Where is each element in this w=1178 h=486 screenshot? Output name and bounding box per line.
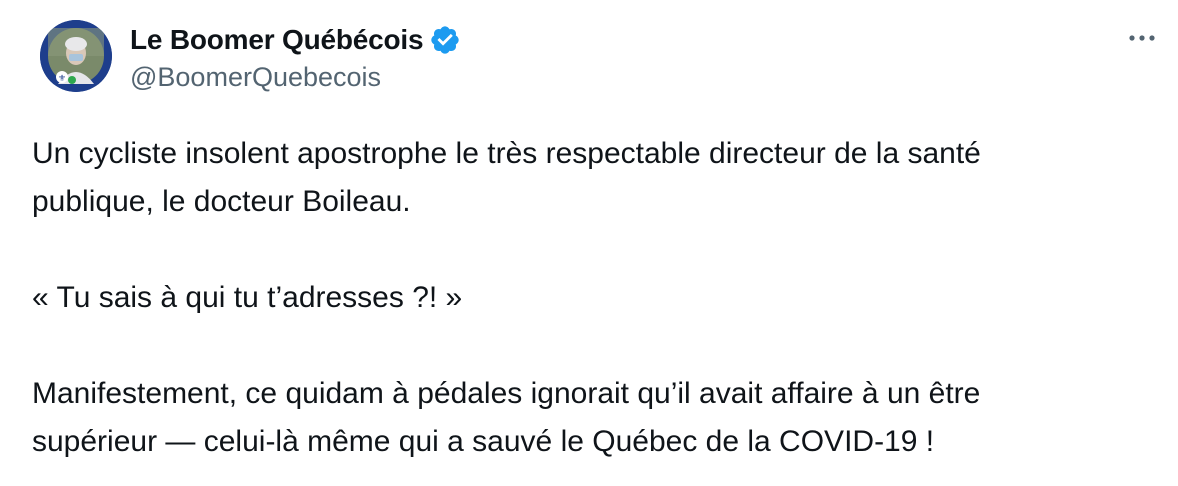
svg-text:⚜: ⚜	[58, 74, 66, 84]
tweet-line: Un cycliste insolent apostrophe le très …	[32, 137, 981, 170]
tweet-line: publique, le docteur Boileau.	[32, 185, 411, 218]
author-display-name[interactable]: Le Boomer Québécois	[130, 24, 424, 56]
verified-badge-icon	[429, 24, 461, 56]
tweet-text: Un cycliste insolent apostrophe le très …	[32, 130, 1152, 466]
more-options-icon	[1129, 35, 1155, 41]
tweet-line: « Tu sais à qui tu t’adresses ?! »	[32, 281, 463, 314]
avatar-image: ⚜	[40, 20, 112, 92]
author-name-row: Le Boomer Québécois	[130, 22, 461, 58]
tweet-card: ⚜ Le Boomer Québécois @BoomerQuebecois U…	[0, 0, 1178, 486]
tweet-line: Manifestement, ce quidam à pédales ignor…	[32, 377, 981, 410]
more-options-button[interactable]	[1122, 20, 1162, 56]
tweet-line: supérieur — celui-là même qui a sauvé le…	[32, 425, 935, 458]
author-handle[interactable]: @BoomerQuebecois	[130, 62, 381, 93]
author-avatar[interactable]: ⚜	[40, 20, 112, 92]
